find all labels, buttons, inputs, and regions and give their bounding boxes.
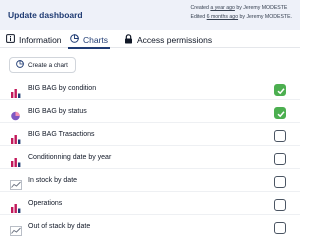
chart-checkbox[interactable] <box>274 222 286 234</box>
chart-checkbox[interactable] <box>274 176 286 188</box>
chart-name: BIG BAG by status <box>28 108 87 115</box>
chart-checkbox[interactable] <box>274 199 286 211</box>
chart-name: In stock by date <box>28 177 78 184</box>
list-item[interactable]: Out of stack by date <box>0 218 300 238</box>
divider <box>0 99 300 100</box>
chart-name: Out of stack by date <box>28 223 91 230</box>
bar-chart-icon <box>10 154 22 167</box>
page-title: Update dashboard <box>8 10 83 20</box>
edited-line: Edited 6 months ago by Jeremy MODESTE. <box>190 13 292 22</box>
divider <box>0 122 300 123</box>
pie-chart-icon <box>10 108 22 121</box>
divider <box>0 145 300 146</box>
line-chart-icon <box>10 223 22 236</box>
lock-icon <box>124 33 133 46</box>
bar-chart-icon <box>10 131 22 144</box>
dashboard-header: Update dashboard Created a year ago by J… <box>0 0 300 30</box>
chart-name: Operations <box>28 200 63 207</box>
chart-pie-icon <box>16 60 24 70</box>
tab-access-permissions-label: Access permissions <box>137 34 213 45</box>
chart-checkbox[interactable] <box>274 84 286 96</box>
created-when-link[interactable]: a year ago <box>210 5 235 11</box>
chart-checkbox[interactable] <box>274 153 286 165</box>
bar-chart-icon <box>10 200 22 213</box>
edited-prefix: Edited <box>190 14 207 20</box>
chart-pie-icon <box>70 34 79 45</box>
list-item[interactable]: Operations <box>0 195 300 215</box>
bar-chart-icon <box>10 85 22 98</box>
create-chart-button[interactable]: Create a chart <box>9 57 76 73</box>
info-icon <box>6 34 15 45</box>
chart-name: BIG BAG Trasactions <box>28 131 95 138</box>
created-line: Created a year ago by Jeremy MODESTE <box>190 4 292 13</box>
list-item[interactable]: BIG BAG by condition <box>0 80 300 100</box>
chart-checkbox[interactable] <box>274 130 286 142</box>
divider <box>0 191 300 192</box>
tab-access-permissions[interactable]: Access permissions <box>124 32 212 47</box>
chart-name: Conditionning date by year <box>28 154 112 161</box>
tab-information[interactable]: Information <box>6 32 62 47</box>
chart-name: BIG BAG by condition <box>28 85 97 92</box>
list-item[interactable]: BIG BAG Trasactions <box>0 126 300 146</box>
line-chart-icon <box>10 177 22 190</box>
tab-bar: Information Charts Access permissions <box>0 31 300 49</box>
created-prefix: Created <box>190 5 211 11</box>
created-by: Jeremy MODESTE <box>243 5 288 11</box>
tab-information-label: Information <box>19 34 62 45</box>
list-item[interactable]: In stock by date <box>0 172 300 192</box>
divider <box>0 214 300 215</box>
chart-checkbox[interactable] <box>274 107 286 119</box>
list-item[interactable]: Conditionning date by year <box>0 149 300 169</box>
divider <box>0 168 300 169</box>
create-chart-label: Create a chart <box>28 61 68 69</box>
edited-when-link[interactable]: 6 months ago <box>207 14 238 20</box>
list-item[interactable]: BIG BAG by status <box>0 103 300 123</box>
tab-charts-label: Charts <box>83 34 109 45</box>
edited-by: Jeremy MODESTE. <box>246 14 292 20</box>
tab-charts[interactable]: Charts <box>67 32 111 49</box>
dashboard-meta: Created a year ago by Jeremy MODESTE Edi… <box>190 4 292 22</box>
